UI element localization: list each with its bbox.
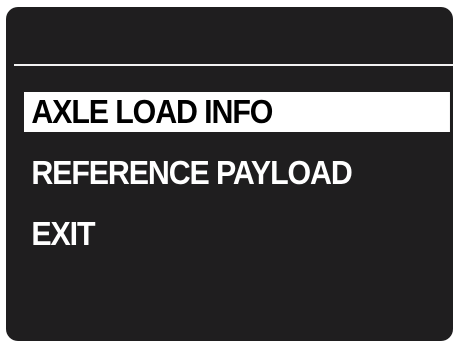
menu-item-exit[interactable]: EXIT [24,214,419,254]
menu-item-axle-load-info[interactable]: AXLE LOAD INFO [24,92,450,132]
header-divider [14,64,453,66]
menu-list: AXLE LOAD INFO REFERENCE PAYLOAD EXIT [24,92,453,275]
display-screen: AXLE LOAD INFO REFERENCE PAYLOAD EXIT [6,7,453,341]
header-area [6,7,453,64]
menu-item-reference-payload[interactable]: REFERENCE PAYLOAD [24,153,419,193]
